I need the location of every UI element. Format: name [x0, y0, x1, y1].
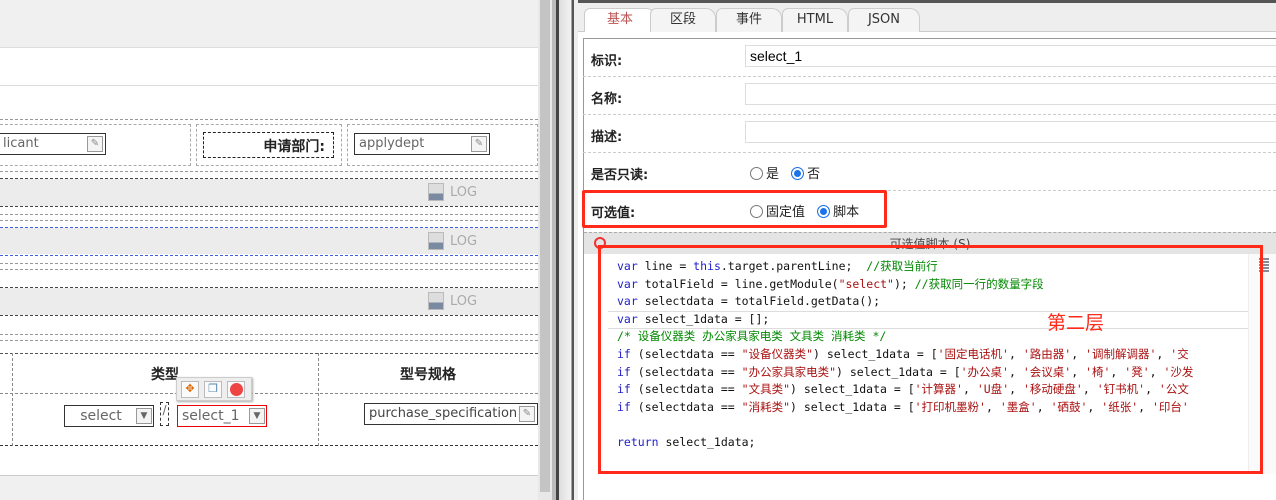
select-field[interactable]: select ▼	[64, 405, 154, 427]
tab-html[interactable]: HTML	[782, 8, 848, 32]
delete-icon[interactable]	[227, 381, 245, 398]
tab-section[interactable]: 区段	[650, 8, 716, 32]
log-button[interactable]: LOG	[428, 232, 477, 250]
description-label: 描述:	[591, 130, 623, 145]
move-icon[interactable]: ✥	[181, 381, 199, 398]
highlight-box-options	[582, 190, 887, 228]
splitter[interactable]	[556, 0, 578, 500]
dept-label: 申请部门:	[203, 132, 334, 158]
applicant-field[interactable]: licant ✎	[0, 133, 106, 155]
tab-events[interactable]: 事件	[716, 8, 782, 32]
edit-icon: ✎	[471, 136, 487, 152]
name-label: 名称:	[591, 92, 623, 107]
edit-icon: ✎	[87, 136, 103, 152]
toolbar-area	[0, 0, 538, 47]
column-header-spec: 型号规格	[400, 367, 456, 383]
spec-field[interactable]: purchase_specification ✎	[364, 403, 538, 425]
select-1-field[interactable]: select_1 ▼	[177, 405, 267, 427]
separator-label: /	[160, 402, 169, 426]
log-button[interactable]: LOG	[428, 292, 477, 310]
tab-json[interactable]: JSON	[848, 8, 920, 32]
readonly-label: 是否只读:	[591, 168, 649, 183]
log-icon	[428, 183, 444, 201]
log-icon	[428, 232, 444, 250]
log-button[interactable]: LOG	[428, 183, 477, 201]
annotation-label: 第二层	[1047, 312, 1105, 334]
id-label: 标识:	[591, 54, 623, 69]
log-icon	[428, 292, 444, 310]
copy-icon[interactable]: ❐	[204, 381, 222, 398]
id-input[interactable]	[745, 45, 1276, 67]
column-header-type: 类型	[151, 367, 179, 383]
field-toolbar: ✥ ❐	[176, 377, 252, 401]
description-input[interactable]	[745, 121, 1276, 143]
dropdown-arrow-icon: ▼	[136, 408, 152, 424]
form-designer-canvas: licant ✎ 申请部门: applydept ✎ LOG LOG LOG 类型 …	[0, 0, 538, 500]
tab-basic[interactable]: 基本	[584, 8, 656, 32]
applydept-field[interactable]: applydept ✎	[354, 133, 490, 155]
highlight-box-script	[598, 245, 1263, 474]
scrollbar[interactable]	[538, 0, 552, 500]
readonly-yes-radio[interactable]: 是	[750, 167, 779, 182]
edit-icon: ✎	[519, 406, 535, 422]
readonly-no-radio[interactable]: 否	[791, 167, 820, 182]
dropdown-arrow-icon: ▼	[249, 408, 265, 424]
name-input[interactable]	[745, 83, 1276, 105]
